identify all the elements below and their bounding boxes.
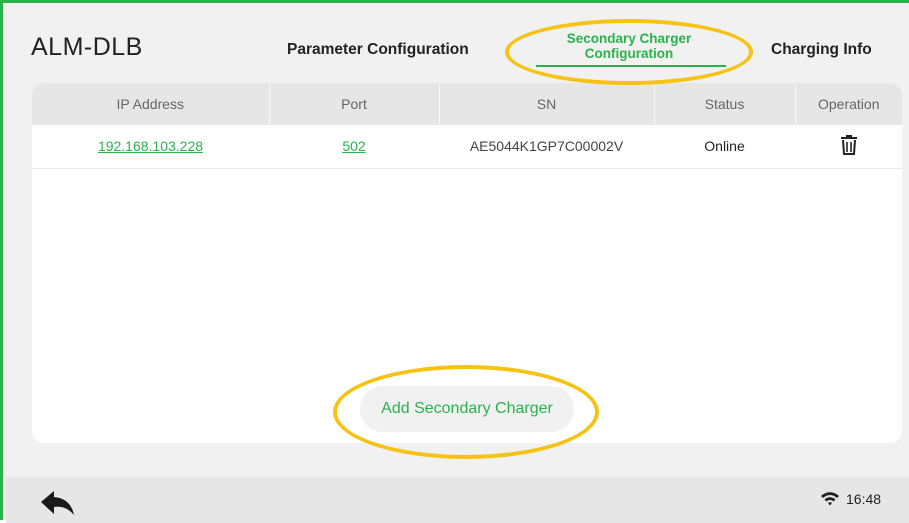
port-link[interactable]: 502: [269, 125, 439, 168]
bottom-bar: 16:48: [6, 477, 909, 523]
ip-address-link[interactable]: 192.168.103.228: [32, 125, 269, 168]
tab-charging-info[interactable]: Charging Info: [771, 41, 872, 59]
tab-parameter-configuration[interactable]: Parameter Configuration: [287, 41, 469, 59]
column-header-sn: SN: [439, 83, 655, 125]
charger-table: IP Address Port SN Status Operation 192.…: [32, 83, 902, 169]
column-header-ip: IP Address: [32, 83, 270, 125]
table-header-row: IP Address Port SN Status Operation: [32, 83, 902, 125]
serial-number: AE5044K1GP7C00002V: [469, 138, 624, 155]
app-screen: ALM-DLB Parameter Configuration Secondar…: [0, 0, 909, 523]
app-title: ALM-DLB: [31, 33, 143, 61]
tab-secondary-charger-configuration[interactable]: Secondary Charger Configuration: [531, 31, 727, 61]
table-row: 192.168.103.228 502 AE5044K1GP7C00002V O…: [32, 125, 902, 168]
trash-icon[interactable]: [840, 134, 858, 158]
back-arrow-icon[interactable]: [40, 490, 76, 521]
operation-cell: [795, 125, 902, 168]
clock-time: 16:48: [846, 491, 882, 507]
status-value: Online: [704, 138, 745, 155]
column-header-operation: Operation: [818, 96, 880, 112]
add-secondary-charger-button[interactable]: Add Secondary Charger: [360, 386, 574, 432]
column-header-port: Port: [269, 83, 440, 125]
wifi-icon: [821, 492, 839, 511]
column-header-status: Status: [654, 83, 796, 125]
active-tab-indicator: [536, 65, 726, 67]
